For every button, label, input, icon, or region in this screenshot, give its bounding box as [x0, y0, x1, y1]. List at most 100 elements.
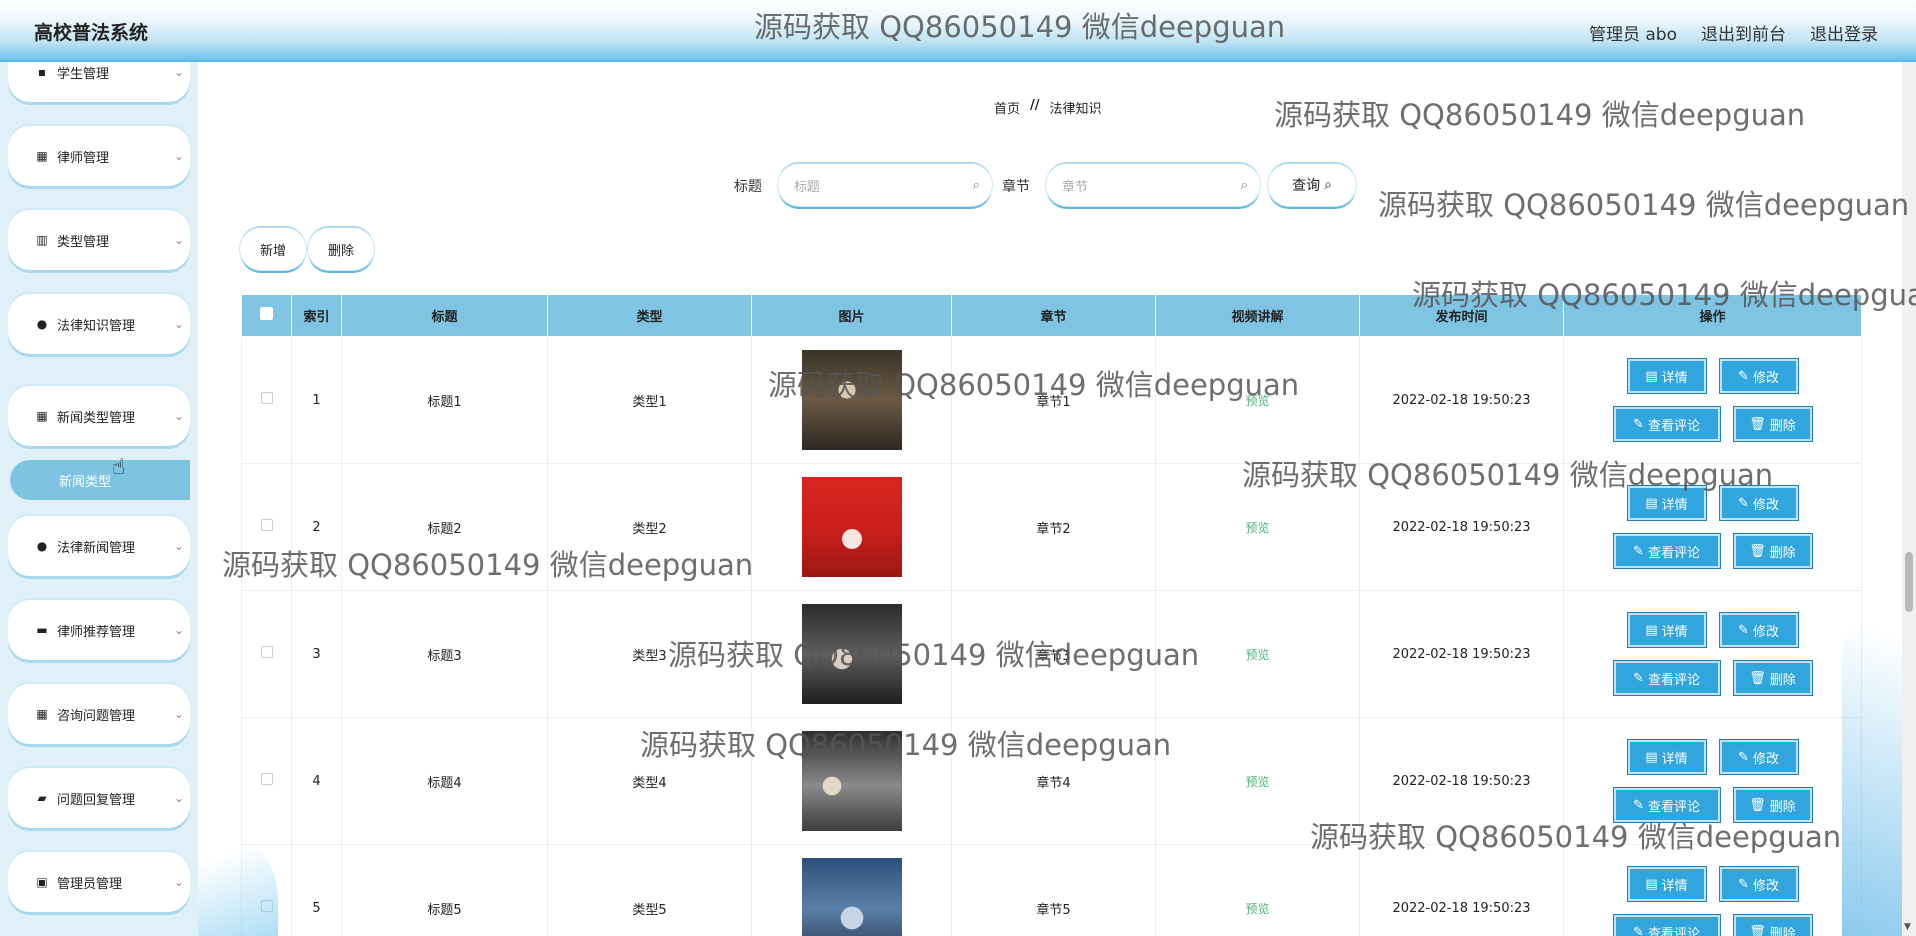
view-comments-button[interactable]: ✎ 查看评论: [1612, 914, 1721, 936]
view-comments-button[interactable]: ✎ 查看评论: [1612, 787, 1721, 823]
row-actions: ▤ 详情 ✎ 修改 ✎ 查看评论 🗑 删除: [1563, 844, 1862, 936]
select-all-checkbox[interactable]: [260, 307, 273, 320]
chapter-search-input[interactable]: 章节 ⌕: [1046, 164, 1260, 206]
row-type: 类型2: [547, 463, 752, 591]
document-icon: ▤: [1645, 368, 1658, 384]
view-comments-label: 查看评论: [1647, 545, 1700, 561]
row-thumbnail[interactable]: [801, 731, 902, 831]
chevron-down-icon: ⌄: [173, 707, 185, 721]
edit-button-label: 修改: [1752, 497, 1779, 513]
video-preview-link[interactable]: 预览: [1245, 648, 1269, 662]
breadcrumb-home[interactable]: 首页: [994, 98, 1020, 117]
row-action-line: ▤ 详情 ✎ 修改: [1626, 485, 1799, 521]
view-comments-button[interactable]: ✎ 查看评论: [1612, 660, 1721, 696]
title-search-input[interactable]: 标题 ⌕: [778, 164, 992, 206]
sidebar-item-student[interactable]: ▪ 学生管理 ⌄: [8, 62, 190, 102]
chevron-down-icon: ⌄: [173, 65, 185, 79]
edit-button-label: 修改: [1752, 751, 1779, 767]
back-to-front-link[interactable]: 退出到前台: [1701, 20, 1786, 45]
add-button[interactable]: 新增: [240, 228, 306, 270]
batch-delete-button[interactable]: 删除: [308, 228, 374, 270]
row-thumbnail[interactable]: [801, 350, 902, 450]
video-preview-link[interactable]: 预览: [1245, 775, 1269, 789]
chapter-placeholder: 章节: [1062, 179, 1089, 195]
sidebar-item-lawyer[interactable]: ▦ 律师管理 ⌄: [8, 126, 190, 186]
table-header-row: 索引 标题 类型 图片 章节 视频讲解 发布时间 操作: [241, 294, 1862, 337]
detail-button[interactable]: ▤ 详情: [1626, 485, 1707, 521]
delete-button[interactable]: 🗑 删除: [1732, 914, 1813, 936]
view-comments-button[interactable]: ✎ 查看评论: [1612, 533, 1721, 569]
row-select-cell[interactable]: [241, 463, 292, 591]
grid-icon: ▦: [36, 409, 48, 423]
row-checkbox[interactable]: [260, 646, 273, 658]
col-index: 索引: [291, 294, 342, 337]
row-time: 2022-02-18 19:50:23: [1359, 463, 1564, 591]
edit-button[interactable]: ✎ 修改: [1718, 739, 1799, 775]
row-image-cell: [751, 717, 952, 845]
sidebar-item-reply[interactable]: ▰ 问题回复管理 ⌄: [8, 768, 190, 828]
edit-button[interactable]: ✎ 修改: [1718, 612, 1799, 648]
sidebar-item-label: 律师管理: [57, 150, 110, 166]
pencil-icon: ✎: [1738, 876, 1749, 892]
view-comments-button[interactable]: ✎ 查看评论: [1612, 406, 1721, 442]
delete-button[interactable]: 🗑 删除: [1732, 660, 1813, 696]
row-type: 类型1: [547, 336, 752, 464]
view-comments-label: 查看评论: [1647, 799, 1700, 815]
sidebar-subitem-news-type[interactable]: 新闻类型: [10, 460, 190, 500]
row-title: 标题2: [341, 463, 548, 591]
search-icon: ⌕: [972, 178, 980, 193]
video-preview-link[interactable]: 预览: [1245, 521, 1269, 535]
row-video-cell: 预览: [1155, 463, 1360, 591]
row-thumbnail[interactable]: [801, 604, 902, 704]
row-image-cell: [751, 844, 952, 936]
detail-button[interactable]: ▤ 详情: [1626, 739, 1707, 775]
logout-link[interactable]: 退出登录: [1810, 20, 1878, 45]
pencil-icon: ✎: [1633, 924, 1644, 936]
row-video-cell: 预览: [1155, 717, 1360, 845]
row-checkbox[interactable]: [260, 773, 273, 785]
vertical-scrollbar[interactable]: ▼: [1902, 62, 1916, 936]
col-actions: 操作: [1563, 294, 1862, 337]
scroll-down-icon[interactable]: ▼: [1904, 922, 1911, 932]
row-select-cell[interactable]: [241, 336, 292, 464]
edit-button-label: 修改: [1752, 624, 1779, 640]
col-time: 发布时间: [1359, 294, 1564, 337]
detail-button[interactable]: ▤ 详情: [1626, 612, 1707, 648]
sidebar-item-law-knowledge[interactable]: ● 法律知识管理 ⌄: [8, 294, 190, 354]
detail-button[interactable]: ▤ 详情: [1626, 866, 1707, 902]
sidebar-item-law-news[interactable]: ● 法律新闻管理 ⌄: [8, 516, 190, 576]
edit-button[interactable]: ✎ 修改: [1718, 485, 1799, 521]
grid-icon: ▦: [36, 707, 48, 721]
row-chapter: 章节2: [951, 463, 1156, 591]
edit-button[interactable]: ✎ 修改: [1718, 866, 1799, 902]
row-checkbox[interactable]: [260, 519, 273, 531]
row-select-cell[interactable]: [241, 717, 292, 845]
search-icon: ⌕: [1240, 178, 1248, 193]
query-button[interactable]: 查询 ⌕: [1268, 164, 1356, 206]
edit-button[interactable]: ✎ 修改: [1718, 358, 1799, 394]
sidebar-item-consult[interactable]: ▦ 咨询问题管理 ⌄: [8, 684, 190, 744]
row-image-cell: [751, 463, 952, 591]
sidebar-item-lawyer-recommend[interactable]: ▬ 律师推荐管理 ⌄: [8, 600, 190, 660]
select-all-cell[interactable]: [241, 294, 292, 337]
row-action-line: ▤ 详情 ✎ 修改: [1626, 739, 1799, 775]
delete-button[interactable]: 🗑 删除: [1732, 406, 1813, 442]
chevron-down-icon: ⌄: [173, 539, 185, 553]
sidebar-item-label: 咨询问题管理: [57, 708, 136, 724]
video-preview-link[interactable]: 预览: [1245, 902, 1269, 916]
row-select-cell[interactable]: [241, 590, 292, 718]
row-checkbox[interactable]: [260, 392, 273, 404]
detail-button[interactable]: ▤ 详情: [1626, 358, 1707, 394]
row-thumbnail[interactable]: [801, 858, 902, 936]
scrollbar-thumb[interactable]: [1905, 552, 1913, 612]
row-title: 标题4: [341, 717, 548, 845]
delete-button[interactable]: 🗑 删除: [1732, 787, 1813, 823]
sidebar-item-admin[interactable]: ▣ 管理员管理 ⌄: [8, 852, 190, 912]
video-preview-link[interactable]: 预览: [1245, 394, 1269, 408]
app-title: 高校普法系统: [34, 22, 149, 44]
delete-button[interactable]: 🗑 删除: [1732, 533, 1813, 569]
sidebar-item-type[interactable]: ▥ 类型管理 ⌄: [8, 210, 190, 270]
col-title: 标题: [341, 294, 548, 337]
row-thumbnail[interactable]: [801, 477, 902, 577]
sidebar-item-news-type[interactable]: ▦ 新闻类型管理 ⌄: [8, 386, 190, 446]
